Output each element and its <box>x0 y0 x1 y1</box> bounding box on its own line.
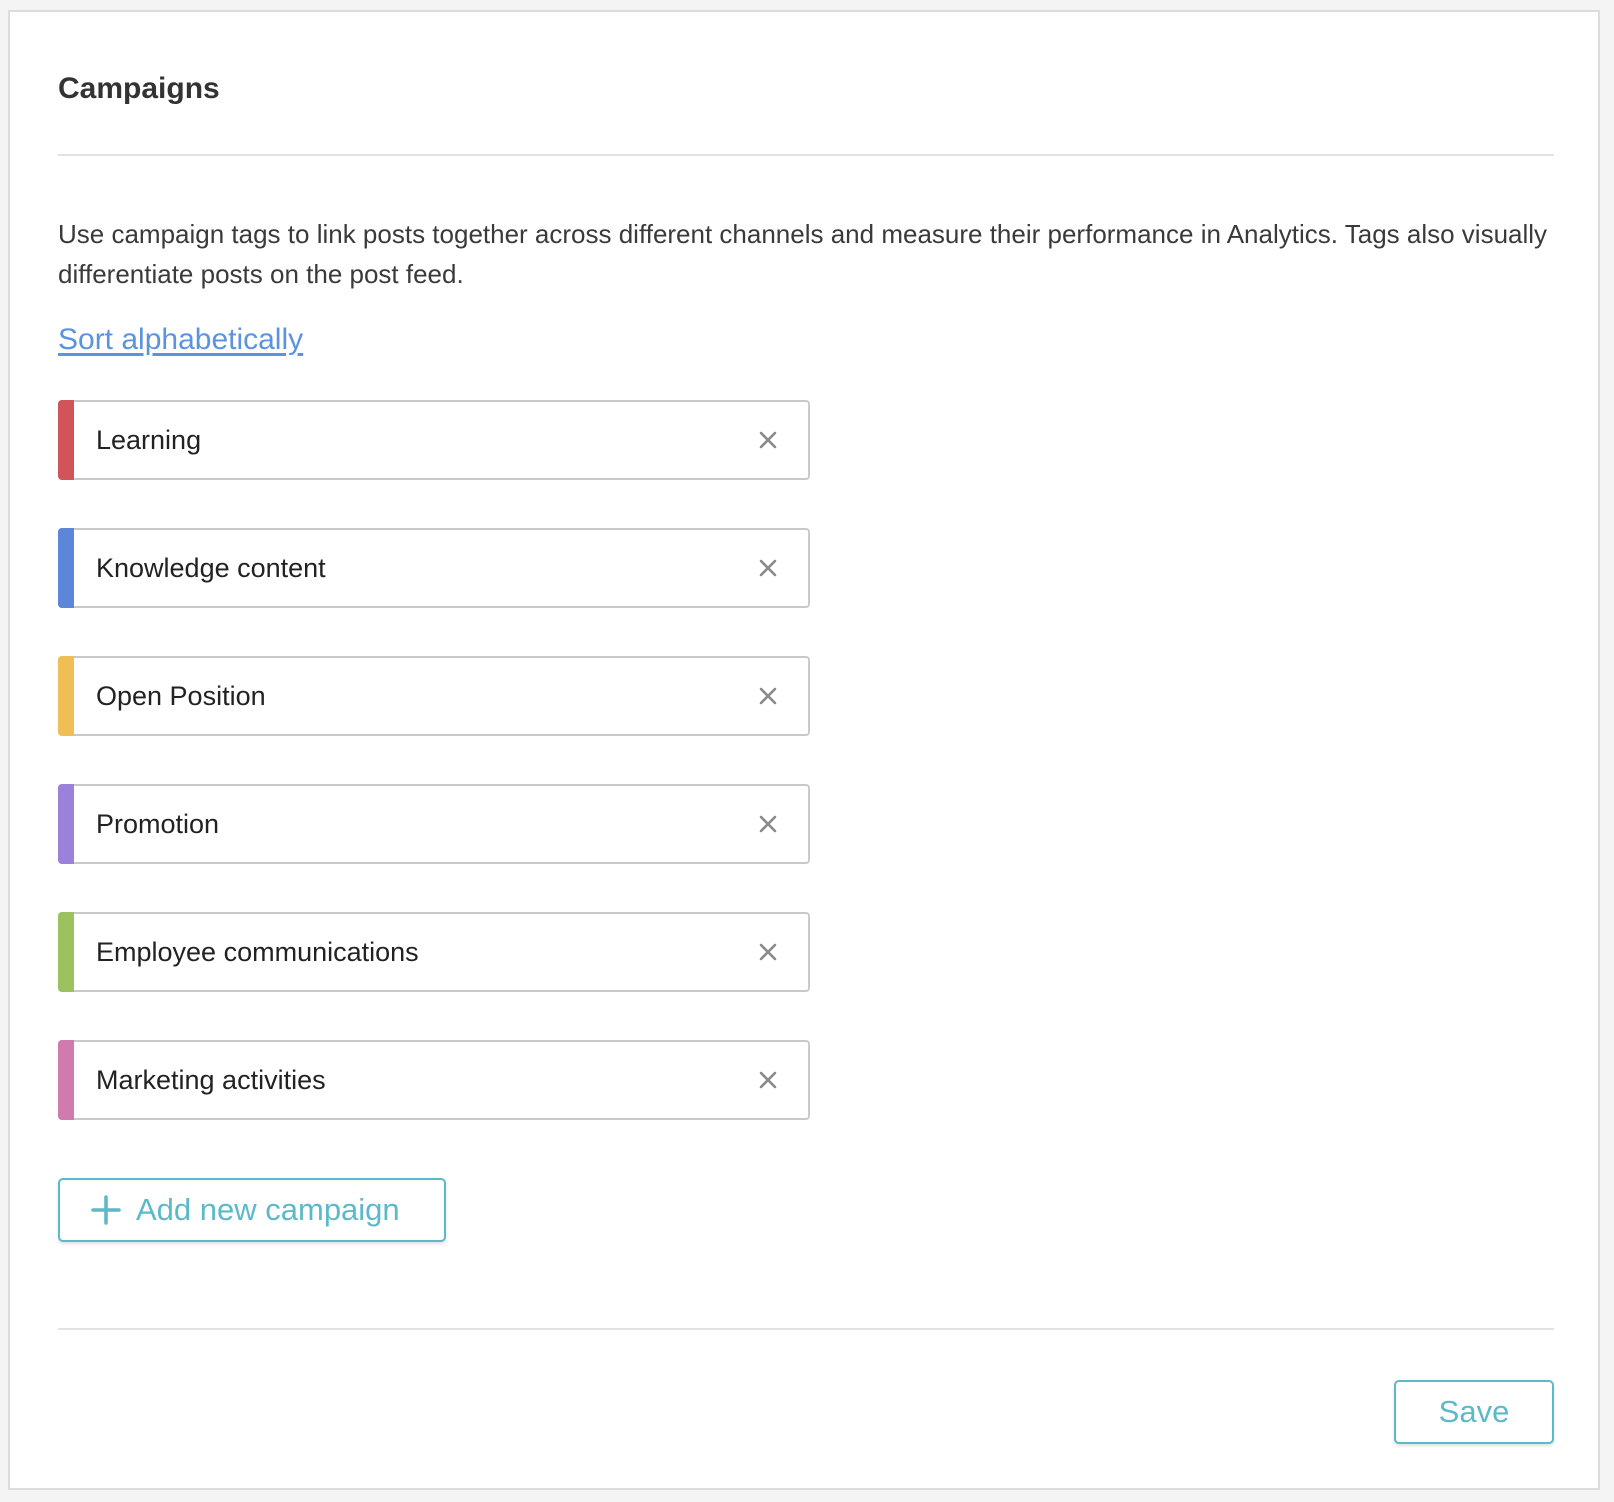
close-icon <box>759 815 777 833</box>
campaign-color-indicator <box>58 784 74 864</box>
close-icon <box>759 943 777 961</box>
campaign-item-promotion[interactable]: Promotion <box>58 784 810 864</box>
campaign-name[interactable]: Employee communications <box>96 937 748 968</box>
campaigns-description: Use campaign tags to link posts together… <box>58 219 1548 289</box>
campaign-item-knowledge-content[interactable]: Knowledge content <box>58 528 810 608</box>
campaign-color-indicator <box>58 912 74 992</box>
campaign-color-indicator <box>58 528 74 608</box>
campaign-item-marketing-activities[interactable]: Marketing activities <box>58 1040 810 1120</box>
campaign-color-indicator <box>58 656 74 736</box>
campaign-item-open-position[interactable]: Open Position <box>58 656 810 736</box>
campaign-color-indicator <box>58 400 74 480</box>
campaign-item-employee-communications[interactable]: Employee communications <box>58 912 810 992</box>
campaign-name[interactable]: Knowledge content <box>96 553 748 584</box>
campaign-name[interactable]: Marketing activities <box>96 1065 748 1096</box>
plus-icon <box>90 1194 122 1226</box>
header-divider <box>58 154 1554 156</box>
save-label: Save <box>1438 1394 1510 1429</box>
close-icon <box>759 1071 777 1089</box>
remove-campaign-button[interactable] <box>748 932 788 972</box>
close-icon <box>759 687 777 705</box>
footer-divider <box>58 1328 1554 1330</box>
save-button[interactable]: Save <box>1394 1380 1554 1444</box>
remove-campaign-button[interactable] <box>748 420 788 460</box>
remove-campaign-button[interactable] <box>748 676 788 716</box>
add-new-campaign-label: Add new campaign <box>136 1192 400 1227</box>
remove-campaign-button[interactable] <box>748 548 788 588</box>
campaign-item-learning[interactable]: Learning <box>58 400 810 480</box>
campaigns-panel: Campaigns Use campaign tags to link post… <box>8 10 1600 1490</box>
campaign-list: Learning Knowledge content Open Position… <box>58 400 810 1168</box>
campaign-color-indicator <box>58 1040 74 1120</box>
add-new-campaign-button[interactable]: Add new campaign <box>58 1178 446 1242</box>
campaign-name[interactable]: Learning <box>96 425 748 456</box>
sort-alphabetically-link[interactable]: Sort alphabetically <box>58 322 303 358</box>
page-title: Campaigns <box>58 72 220 105</box>
campaign-name[interactable]: Promotion <box>96 809 748 840</box>
remove-campaign-button[interactable] <box>748 1060 788 1100</box>
remove-campaign-button[interactable] <box>748 804 788 844</box>
campaign-name[interactable]: Open Position <box>96 681 748 712</box>
close-icon <box>759 431 777 449</box>
close-icon <box>759 559 777 577</box>
